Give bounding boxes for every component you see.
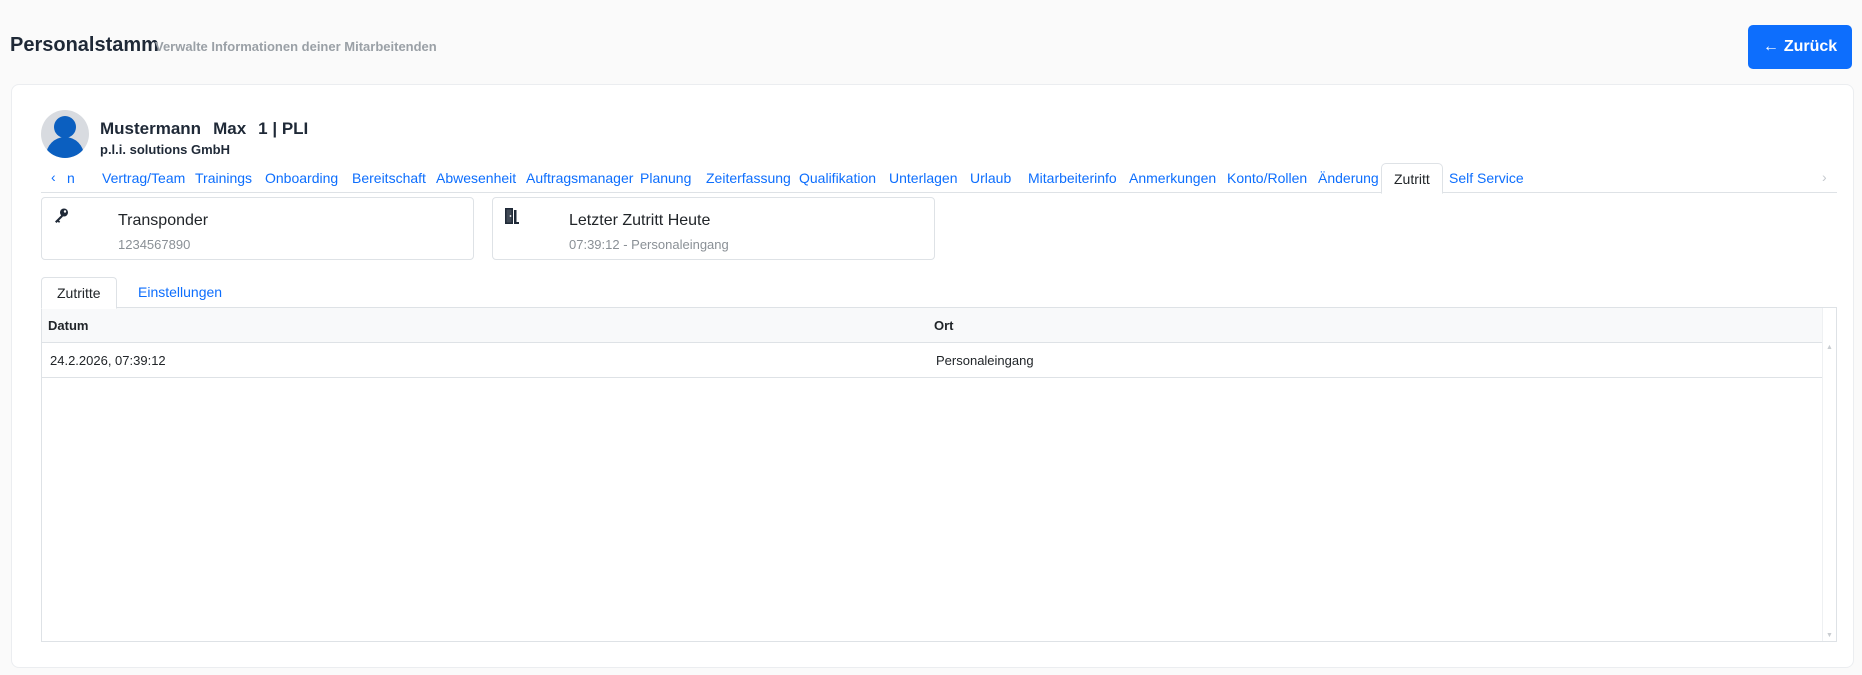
tab-abwesenheit[interactable]: Abwesenheit xyxy=(436,163,516,193)
tab-auftragsmanager[interactable]: Auftragsmanager xyxy=(526,163,633,193)
scroll-down-icon[interactable]: ▼ xyxy=(1826,632,1833,639)
scroll-up-icon[interactable]: ▲ xyxy=(1826,344,1833,351)
tab-partial[interactable]: n xyxy=(67,163,75,193)
tab-zeiterfassung[interactable]: Zeiterfassung xyxy=(706,163,791,193)
transponder-box: Transponder 1234567890 xyxy=(41,197,474,260)
column-header-datum[interactable]: Datum xyxy=(48,318,88,333)
table-header: Datum Ort xyxy=(42,308,1822,343)
transponder-value: 1234567890 xyxy=(118,237,191,252)
tab-planung[interactable]: Planung xyxy=(640,163,691,193)
table-scrollbar[interactable]: ▲ ▼ xyxy=(1822,308,1836,641)
access-subtabs: Zutritte Einstellungen xyxy=(41,277,1837,309)
back-button-label: Zurück xyxy=(1783,38,1838,55)
tab-unterlagen[interactable]: Unterlagen xyxy=(889,163,958,193)
employee-name: Mustermann Max 1 | PLI xyxy=(100,119,320,139)
main-tabbar: ‹ n Vertrag/Team Trainings Onboarding Be… xyxy=(41,163,1837,194)
tab-zutritt[interactable]: Zutritt xyxy=(1381,163,1443,194)
tab-aenderung[interactable]: Änderung xyxy=(1318,163,1379,193)
subtab-zutritte[interactable]: Zutritte xyxy=(41,277,117,309)
page-subtitle: Verwalte Informationen deiner Mitarbeite… xyxy=(155,39,437,54)
employee-card: Mustermann Max 1 | PLI p.l.i. solutions Gm… xyxy=(11,84,1854,668)
subtab-einstellungen[interactable]: Einstellungen xyxy=(138,277,222,308)
tab-anmerkungen[interactable]: Anmerkungen xyxy=(1129,163,1216,193)
tab-qualifikation[interactable]: Qualifikation xyxy=(799,163,876,193)
last-access-title: Letzter Zutritt Heute xyxy=(569,212,711,229)
tab-vertrag-team[interactable]: Vertrag/Team xyxy=(102,163,185,193)
page-title: Personalstamm xyxy=(10,34,159,56)
cell-ort: Personaleingang xyxy=(936,353,1034,368)
transponder-title: Transponder xyxy=(118,212,209,229)
chevron-right-icon[interactable]: › xyxy=(1822,169,1827,185)
avatar-body xyxy=(46,137,84,158)
access-table: Datum Ort 24.2.2026, 07:39:12 Personalei… xyxy=(41,307,1837,642)
page-header: Personalstamm Verwalte Informationen dei… xyxy=(10,0,1852,82)
cell-datum: 24.2.2026, 07:39:12 xyxy=(50,353,166,368)
door-icon xyxy=(505,208,519,224)
employee-last-name: Mustermann xyxy=(100,119,202,138)
tab-self-service[interactable]: Self Service xyxy=(1449,163,1524,193)
tab-mitarbeiterinfo[interactable]: Mitarbeiterinfo xyxy=(1028,163,1117,193)
tab-onboarding[interactable]: Onboarding xyxy=(265,163,338,193)
column-header-ort[interactable]: Ort xyxy=(934,318,954,333)
employee-id: 1 | PLI xyxy=(258,119,309,138)
tab-bereitschaft[interactable]: Bereitschaft xyxy=(352,163,426,193)
employee-first-name: Max xyxy=(213,119,247,138)
avatar xyxy=(41,110,89,158)
tab-trainings[interactable]: Trainings xyxy=(195,163,252,193)
employee-company: p.l.i. solutions GmbH xyxy=(100,142,230,157)
key-icon xyxy=(55,208,68,223)
table-row[interactable]: 24.2.2026, 07:39:12 Personaleingang xyxy=(42,343,1822,378)
avatar-head xyxy=(54,116,76,138)
tab-urlaub[interactable]: Urlaub xyxy=(970,163,1011,193)
last-access-value: 07:39:12 - Personaleingang xyxy=(569,237,729,252)
tab-konto-rollen[interactable]: Konto/Rollen xyxy=(1227,163,1307,193)
chevron-left-icon[interactable]: ‹ xyxy=(51,169,56,185)
last-access-box: Letzter Zutritt Heute 07:39:12 - Persona… xyxy=(492,197,935,260)
back-button[interactable]: ← Zurück xyxy=(1748,25,1852,69)
arrow-left-icon: ← xyxy=(1762,38,1779,55)
